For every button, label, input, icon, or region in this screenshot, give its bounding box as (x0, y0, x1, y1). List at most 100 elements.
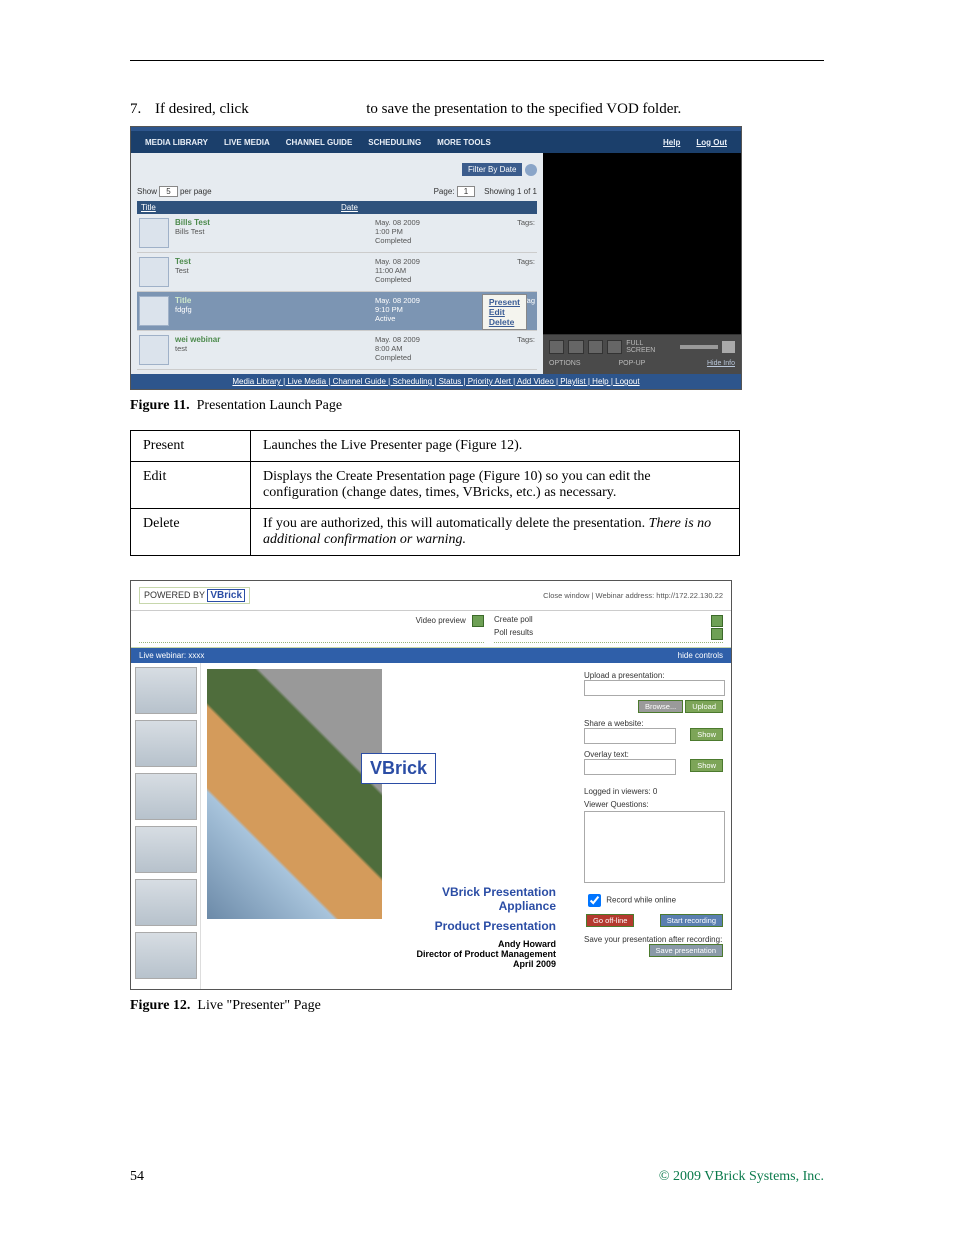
record-while-label: Record while online (606, 896, 676, 905)
thumbnail[interactable] (135, 720, 197, 767)
save-presentation-button[interactable]: Save presentation (649, 944, 723, 957)
logged-in-viewers: Logged in viewers: 0 (584, 787, 723, 796)
cell-edit-key: Edit (131, 462, 251, 509)
expand-icon[interactable] (472, 615, 484, 627)
tab-channel-guide[interactable]: CHANNEL GUIDE (278, 134, 361, 151)
presentation-icon (139, 218, 169, 248)
play-icon[interactable] (549, 340, 564, 354)
powered-by: POWERED BY VBrick (139, 587, 250, 604)
options-table: Present Launches the Live Presenter page… (130, 430, 740, 556)
row-title: Bills Test (175, 218, 375, 227)
ss1-footer-links[interactable]: Media Library | Live Media | Channel Gui… (131, 374, 741, 389)
page-number: 54 (130, 1169, 144, 1185)
slide-collage-image (207, 669, 382, 919)
hide-controls-link[interactable]: hide controls (678, 651, 723, 660)
step-7: 7. If desired, click to save the present… (130, 101, 824, 118)
page-footer: 54 © 2009 VBrick Systems, Inc. (130, 1169, 824, 1185)
show-overlay-button[interactable]: Show (690, 759, 723, 772)
th-date[interactable]: Date (341, 203, 533, 212)
figure-11-caption: Figure 11. Presentation Launch Page (130, 398, 824, 414)
table-row[interactable]: wei webinartest May. 08 20098:00 AMCompl… (137, 331, 537, 370)
show-website-button[interactable]: Show (690, 728, 723, 741)
plus-icon[interactable] (711, 615, 723, 627)
upload-field[interactable] (584, 680, 725, 696)
step-num: 7. (130, 101, 155, 118)
table-row: Edit Displays the Create Presentation pa… (131, 462, 740, 509)
save-after-label: Save your presentation after recording: (584, 935, 723, 944)
page-select[interactable]: 1 (457, 186, 475, 197)
thumbnail[interactable] (135, 667, 197, 714)
rew-icon[interactable] (588, 340, 603, 354)
slide-thumbnails[interactable] (131, 663, 201, 989)
menu-present[interactable]: Present (489, 297, 520, 307)
overlay-field[interactable] (584, 759, 676, 775)
help-link[interactable]: Help (655, 134, 688, 151)
video-controls: FULL SCREEN OPTIONS POP-UP Hide Info (543, 334, 741, 374)
table-row: Present Launches the Live Presenter page… (131, 431, 740, 462)
ff-icon[interactable] (607, 340, 622, 354)
th-title[interactable]: Title (141, 203, 341, 212)
show-per-page: Show 5 per page (137, 186, 212, 197)
poll-results-link[interactable]: Poll results (494, 628, 533, 637)
tags-label: Tags: (517, 218, 535, 227)
cell-present-key: Present (131, 431, 251, 462)
upload-button[interactable]: Upload (685, 700, 723, 713)
questions-box[interactable] (584, 811, 725, 883)
overlay-label: Overlay text: (584, 750, 723, 759)
tab-more-tools[interactable]: MORE TOOLS (429, 134, 499, 151)
share-field[interactable] (584, 728, 676, 744)
tab-media-library[interactable]: MEDIA LIBRARY (137, 134, 216, 151)
presenter-side-panel: Upload a presentation: Upload Browse... … (576, 663, 731, 989)
live-webinar-title: Live webinar: xxxx (139, 651, 204, 660)
figure-12-caption: Figure 12. Live "Presenter" Page (130, 998, 824, 1014)
record-while-online-checkbox[interactable] (588, 894, 601, 907)
logout-link[interactable]: Log Out (688, 134, 735, 151)
hide-info-link[interactable]: Hide Info (707, 360, 735, 367)
step-text-before: If desired, click (155, 101, 252, 117)
stop-icon[interactable] (568, 340, 583, 354)
webinar-address[interactable]: Close window | Webinar address: http://1… (543, 591, 723, 600)
volume-slider[interactable] (680, 345, 718, 349)
ss1-menu: MEDIA LIBRARY LIVE MEDIA CHANNEL GUIDE S… (131, 131, 741, 153)
table-row-selected[interactable]: Titlefdgfg May. 08 20099:10 PMActive Tag… (137, 292, 537, 331)
thumbnail[interactable] (135, 826, 197, 873)
presentation-icon (139, 296, 169, 326)
plus-icon[interactable] (711, 628, 723, 640)
slide-title-text: VBrick VBrick Presentation Appliance Pro… (416, 885, 556, 969)
cell-present-val: Launches the Live Presenter page (Figure… (251, 431, 740, 462)
video-player[interactable]: FULL SCREEN OPTIONS POP-UP Hide Info (543, 153, 741, 374)
tab-scheduling[interactable]: SCHEDULING (360, 134, 429, 151)
video-preview-link[interactable]: Video preview (416, 616, 466, 625)
menu-delete[interactable]: Delete (489, 317, 520, 327)
step-text-after: to save the presentation to the specifie… (366, 101, 681, 117)
table-row[interactable]: TestTest May. 08 200911:00 AMCompleted T… (137, 253, 537, 292)
menu-edit[interactable]: Edit (489, 307, 520, 317)
popup-label[interactable]: POP-UP (619, 360, 646, 367)
figure-12-image: POWERED BY VBrick Close window | Webinar… (130, 580, 732, 990)
filter-by-date-button[interactable]: Filter By Date (462, 163, 522, 176)
presentation-icon (139, 257, 169, 287)
context-menu: Present Edit Delete (482, 294, 527, 330)
expand-icon[interactable] (525, 164, 537, 176)
top-rule (130, 60, 824, 61)
create-poll-link[interactable]: Create poll (494, 615, 533, 624)
cell-delete-key: Delete (131, 509, 251, 556)
step-text: If desired, click to save the presentati… (155, 101, 824, 118)
full-screen-label[interactable]: FULL SCREEN (626, 340, 672, 354)
table-header: Title Date (137, 201, 537, 214)
figure-11-image: MEDIA LIBRARY LIVE MEDIA CHANNEL GUIDE S… (130, 126, 742, 390)
show-select[interactable]: 5 (159, 186, 177, 197)
table-row[interactable]: Bills TestBills Test May. 08 20091:00 PM… (137, 214, 537, 253)
speaker-icon[interactable] (722, 341, 735, 353)
go-offline-button[interactable]: Go off-line (586, 914, 634, 927)
start-recording-button[interactable]: Start recording (660, 914, 723, 927)
thumbnail[interactable] (135, 879, 197, 926)
thumbnail[interactable] (135, 773, 197, 820)
browse-button[interactable]: Browse... (638, 700, 683, 713)
options-label[interactable]: OPTIONS (549, 360, 581, 367)
table-row: Delete If you are authorized, this will … (131, 509, 740, 556)
thumbnail[interactable] (135, 932, 197, 979)
slide-stage: VBrick VBrick Presentation Appliance Pro… (201, 663, 576, 989)
tab-live-media[interactable]: LIVE MEDIA (216, 134, 278, 151)
cell-edit-val: Displays the Create Presentation page (F… (251, 462, 740, 509)
